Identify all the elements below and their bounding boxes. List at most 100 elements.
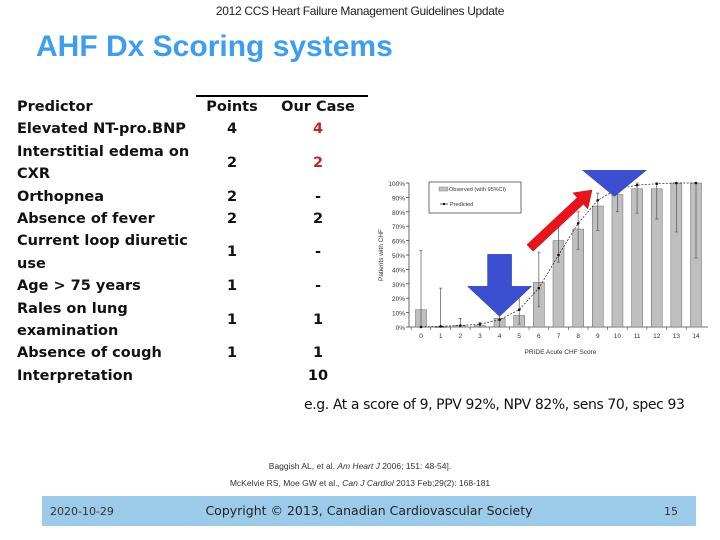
legend-swatch-predicted-dot [442, 202, 446, 206]
page-number: 15 [664, 505, 678, 518]
header-points: Points [206, 99, 258, 115]
predictor-line: Interpretation [17, 367, 133, 384]
predictor-line: Current loop diuretic [17, 233, 188, 250]
reference-2-journal: Can J Cardiol [342, 478, 394, 488]
predictor-line: examination [17, 323, 119, 340]
our-case-cell: 2 [312, 211, 324, 228]
points-cell: 1 [226, 244, 238, 261]
x-tick-label: 11 [634, 333, 641, 340]
predictor-cell: Current loop diuretic use [17, 230, 205, 275]
y-tick-label: 90% [392, 195, 405, 202]
table-row: Absence of cough 1 1 [17, 342, 323, 364]
our-case-cell: 4 [312, 121, 324, 138]
reference-1: Baggish AL, et al. Am Heart J 2006; 151:… [0, 461, 720, 471]
x-tick-label: 13 [673, 333, 681, 340]
points-cell: 4 [226, 121, 238, 138]
points-cell: 1 [226, 311, 238, 328]
reference-1-suffix: 2006; 151: 48-54]. [379, 461, 452, 471]
reference-1-journal: Am Heart J [337, 461, 380, 471]
point-predicted [537, 286, 541, 290]
x-tick-label: 10 [614, 333, 622, 340]
reference-2-prefix: McKelvie RS, Moe GW et al., [229, 478, 343, 488]
point-predicted [517, 308, 521, 312]
legend-swatch-observed [438, 186, 449, 192]
x-tick-label: 9 [596, 333, 600, 340]
bar-observed [611, 194, 624, 328]
x-tick-label: 7 [557, 333, 561, 340]
table-row: Current loop diuretic use 1 - [17, 230, 321, 275]
points-cell: 1 [226, 345, 238, 362]
x-tick-label: 3 [478, 333, 482, 340]
point-predicted [419, 325, 423, 329]
y-tick-label: 100% [388, 181, 405, 188]
predictor-line: use [17, 255, 46, 272]
predictor-line: Absence of fever [17, 211, 155, 228]
x-tick-label: 0 [419, 333, 423, 340]
our-case-cell: 10 [307, 367, 329, 384]
y-tick-label: 40% [392, 267, 405, 274]
point-predicted [478, 322, 482, 326]
reference-2: McKelvie RS, Moe GW et al., Can J Cardio… [0, 478, 720, 488]
table-row: Orthopnea 2 - [17, 186, 321, 208]
predictor-cell: Orthopnea [17, 186, 205, 208]
legend-label-observed: Observed (with 95%CI) [449, 187, 506, 193]
header-our-case: Our Case [281, 99, 355, 115]
our-case-cell: 1 [312, 311, 324, 328]
point-predicted [498, 318, 501, 322]
footer-bar: 2020-10-29 Copyright © 2013, Canadian Ca… [42, 496, 696, 526]
point-predicted [557, 253, 560, 257]
points-cell: 2 [226, 188, 238, 205]
y-tick-label: 10% [392, 311, 405, 318]
x-tick-label: 12 [653, 333, 661, 340]
points-cell: 2 [226, 211, 238, 228]
x-axis-label: PRIDE Acute CHF Score [525, 349, 597, 356]
x-tick-label: 2 [458, 333, 462, 340]
y-tick-label: 60% [392, 239, 405, 246]
x-tick-label: 6 [537, 333, 541, 340]
y-tick-label: 70% [392, 224, 405, 231]
predictor-cell: Interpretation [17, 365, 205, 387]
scoring-table: Predictor Points Our Case Elevated NT-pr… [17, 96, 355, 387]
x-tick-label: 8 [576, 333, 580, 340]
predictor-line: Elevated NT-pro.BNP [17, 121, 186, 138]
y-tick-label: 50% [392, 253, 405, 260]
table-row: Absence of fever 2 2 [17, 208, 323, 230]
predictor-cell: Absence of fever [17, 208, 205, 230]
predictor-cell: Age > 75 years [17, 275, 205, 297]
header-title: 2012 CCS Heart Failure Management Guidel… [215, 4, 505, 18]
points-cell: 1 [226, 278, 238, 295]
table-row: Interpretation 10 [17, 365, 328, 387]
predictor-line: Interstitial edema on [17, 143, 190, 160]
our-case-cell: - [314, 244, 322, 261]
point-predicted [655, 182, 659, 186]
point-predicted [458, 324, 462, 327]
table-row: Interstitial edema on CXR 2 2 [17, 141, 323, 186]
predictor-cell: Interstitial edema on CXR [17, 141, 205, 186]
our-case-cell: 1 [312, 345, 324, 362]
chart-container: 0% 10% 20% 30% 40% 50% 60% 70% 80% 90% 100% Patient… [370, 138, 720, 365]
predictor-line: CXR [17, 166, 50, 183]
our-case-cell: 2 [312, 154, 324, 171]
y-tick-label: 0% [396, 325, 406, 332]
header-predictor: Predictor [17, 99, 93, 115]
x-tick-label: 5 [517, 333, 521, 340]
reference-2-suffix: 2013 Feb;29(2): 168-181 [393, 478, 491, 488]
our-case-cell: - [314, 278, 322, 295]
y-axis-label: Patients with CHF [378, 229, 385, 281]
points-cell: 2 [226, 154, 238, 171]
table-header-row: Predictor Points Our Case [17, 96, 355, 118]
point-predicted [675, 181, 678, 185]
predictor-line: Age > 75 years [17, 278, 141, 295]
point-predicted [596, 198, 600, 202]
predictor-line: Rales on lung [17, 300, 128, 317]
x-tick-label: 14 [692, 333, 700, 340]
footer-copyright: Copyright © 2013, Canadian Cardiovascula… [205, 503, 533, 518]
table-row: Elevated NT-pro.BNP 4 4 [17, 118, 323, 140]
y-tick-label: 20% [392, 296, 405, 303]
predictor-line: Absence of cough [17, 345, 162, 362]
y-tick-label: 30% [392, 282, 405, 289]
slide-title: AHF Dx Scoring systems [36, 30, 393, 63]
point-predicted [635, 183, 639, 187]
point-predicted [439, 324, 442, 328]
predictor-cell: Rales on lung examination [17, 298, 205, 343]
